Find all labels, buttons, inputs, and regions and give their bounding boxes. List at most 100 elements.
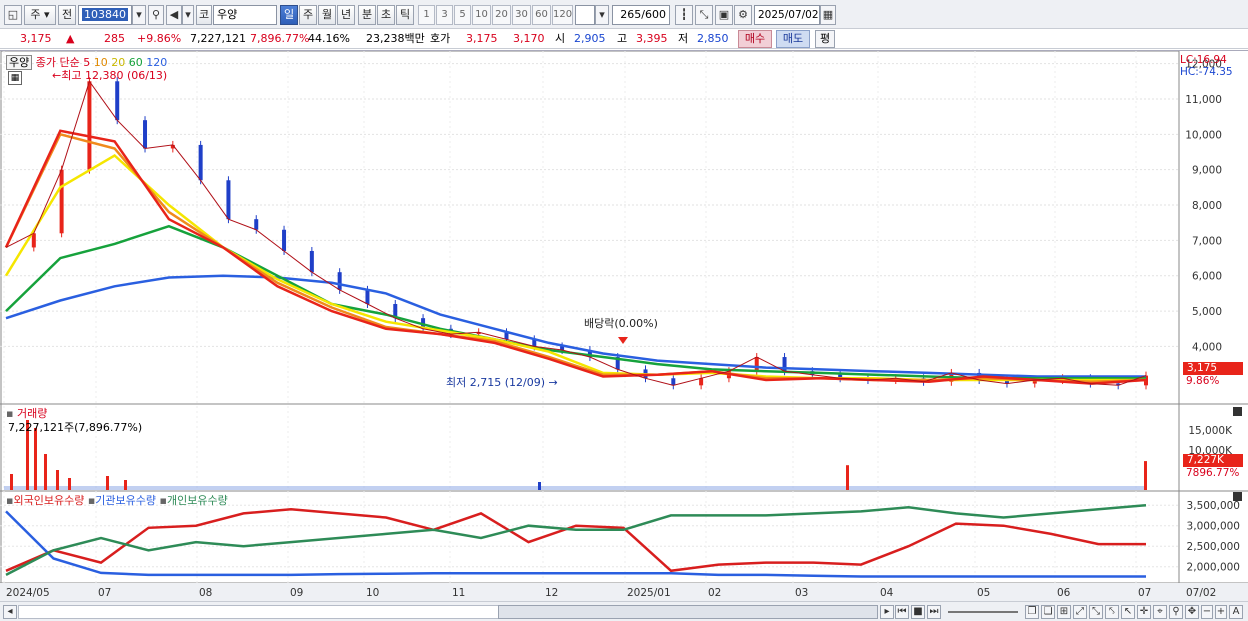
crosshair-icon[interactable]: ✛ (1137, 605, 1151, 619)
tab-year[interactable]: 년 (337, 5, 355, 25)
interval-20[interactable]: 20 (492, 5, 511, 25)
magnify-icon[interactable]: ⚲ (1169, 605, 1183, 619)
volume-bar (1144, 461, 1147, 490)
turnover-rate: 44.16% (308, 32, 350, 45)
volume-baseline-bars (4, 486, 1144, 490)
scroll-thumb[interactable] (498, 605, 878, 619)
buy-button[interactable]: 매수 (738, 30, 772, 48)
x-tick-label: 2024/05 (6, 587, 50, 599)
market-type-badge: 코 (196, 5, 212, 25)
interval-10[interactable]: 10 (472, 5, 491, 25)
interval-30[interactable]: 30 (512, 5, 531, 25)
date-field[interactable]: 2025/07/02 (754, 5, 820, 25)
rewind-icon[interactable]: ⏮ (895, 605, 909, 619)
code-dropdown-icon[interactable]: ▾ (132, 5, 146, 25)
market-select[interactable]: 주 ▾ (24, 5, 56, 25)
calendar-icon[interactable]: ▦ (820, 5, 836, 25)
tab-tick[interactable]: 틱 (396, 5, 414, 25)
count-total: /600 (641, 8, 666, 21)
zoom-slider[interactable] (948, 605, 1018, 613)
holdings-panel-close-icon[interactable] (1233, 492, 1242, 501)
count-field[interactable]: 265/600 (612, 5, 670, 25)
hc-label: HC:-74.35 (1180, 66, 1233, 78)
count-value: 265 (620, 8, 642, 21)
candle-body (282, 229, 287, 251)
chart-area[interactable]: 12,000 11,000 10,000 9,000 8,000 7,000 6,000 5,… (0, 50, 1248, 602)
current-price: 3,175 (20, 32, 52, 45)
price-tick-label: 10,000 (1185, 129, 1222, 141)
tab-day[interactable]: 일 (280, 5, 298, 25)
volume-panel-close-icon[interactable] (1233, 407, 1242, 416)
multi-window-icon[interactable]: ❏ (1041, 605, 1055, 619)
custom-interval-dropdown-icon[interactable]: ▾ (595, 5, 609, 25)
range-button[interactable]: 전 (58, 5, 76, 25)
font-size-icon[interactable]: A (1229, 605, 1243, 619)
interval-3[interactable]: 3 (436, 5, 453, 25)
line-tool-icon[interactable]: ⤡ (695, 5, 713, 25)
candle-body (226, 180, 231, 220)
volume-bar (44, 454, 47, 490)
tab-second[interactable]: 초 (377, 5, 395, 25)
legend-institution: 기관보유수량 (95, 494, 157, 507)
volume-bar (10, 474, 13, 490)
pin-icon[interactable]: ⌖ (1153, 605, 1167, 619)
high-label: 고 (617, 32, 628, 45)
ask-label: 호가 (430, 32, 451, 45)
candle-body (59, 169, 64, 234)
volume-bar (68, 478, 71, 490)
bid-price: 3,170 (513, 32, 545, 45)
gear-icon[interactable]: ⚙ (734, 5, 752, 25)
change-arrow: ▲ (66, 32, 75, 45)
sell-button[interactable]: 매도 (776, 30, 810, 48)
grid-icon[interactable]: ▦ (8, 71, 22, 85)
high-price: 3,395 (636, 32, 668, 45)
cursor-icon[interactable]: ↖ (1121, 605, 1135, 619)
speaker-icon[interactable]: ◀ (166, 5, 182, 25)
tab-month[interactable]: 월 (318, 5, 336, 25)
candle-style-icon[interactable]: ┇ (675, 5, 693, 25)
window-icon[interactable]: ❐ (1025, 605, 1039, 619)
open-label: 시 (555, 32, 566, 45)
stop-icon[interactable]: ■ (911, 605, 925, 619)
holding-tick-label: 3,000,000 (1187, 521, 1240, 533)
holding-tick-label: 3,500,000 (1187, 500, 1240, 512)
zoom-in-icon[interactable]: + (1215, 605, 1227, 619)
interval-5[interactable]: 5 (454, 5, 471, 25)
candle-body (309, 250, 314, 273)
stock-name-field[interactable]: 우양 (213, 5, 277, 25)
forward-icon[interactable]: ⏭ (927, 605, 941, 619)
zoom-out-icon[interactable]: − (1201, 605, 1213, 619)
expand-icon[interactable]: ⤣ (1105, 605, 1119, 619)
volume-tick-label: 15,000K (1188, 425, 1233, 437)
low-price: 2,850 (697, 32, 729, 45)
fit-icon[interactable]: ⤢ (1073, 605, 1087, 619)
magnifier-icon[interactable]: ⚲ (148, 5, 164, 25)
low-annotation: 최저 2,715 (12/09) → (446, 376, 558, 389)
tab-minute[interactable]: 분 (358, 5, 376, 25)
x-tick-label: 07 (98, 587, 111, 599)
tab-week[interactable]: 주 (299, 5, 317, 25)
layout-icon[interactable]: ◱ (4, 5, 22, 25)
evaluate-button[interactable]: 평 (815, 30, 835, 48)
interval-1[interactable]: 1 (418, 5, 435, 25)
candle-body (87, 81, 92, 170)
x-tick-label: 12 (545, 587, 558, 599)
tile-icon[interactable]: ⊞ (1057, 605, 1071, 619)
volume-bar (538, 482, 541, 490)
stock-code-value: 103840 (82, 8, 128, 21)
custom-interval-input[interactable] (575, 5, 595, 25)
move-icon[interactable]: ✥ (1185, 605, 1199, 619)
speaker-dropdown-icon[interactable]: ▾ (182, 5, 194, 25)
interval-120[interactable]: 120 (552, 5, 573, 25)
holding-line (5, 503, 1147, 577)
stock-code-input[interactable]: 103840 (78, 5, 132, 25)
scroll-left-icon[interactable]: ◂ (3, 605, 17, 619)
price-tick-label: 5,000 (1192, 306, 1222, 318)
scroll-right-icon[interactable]: ▸ (880, 605, 894, 619)
shrink-icon[interactable]: ⤡ (1089, 605, 1103, 619)
market-select-label: 주 (30, 8, 41, 21)
candle-body (254, 219, 259, 230)
interval-60[interactable]: 60 (532, 5, 551, 25)
save-icon[interactable]: ▣ (715, 5, 733, 25)
volume-summary: 7,227,121주(7,896.77%) (8, 421, 143, 434)
